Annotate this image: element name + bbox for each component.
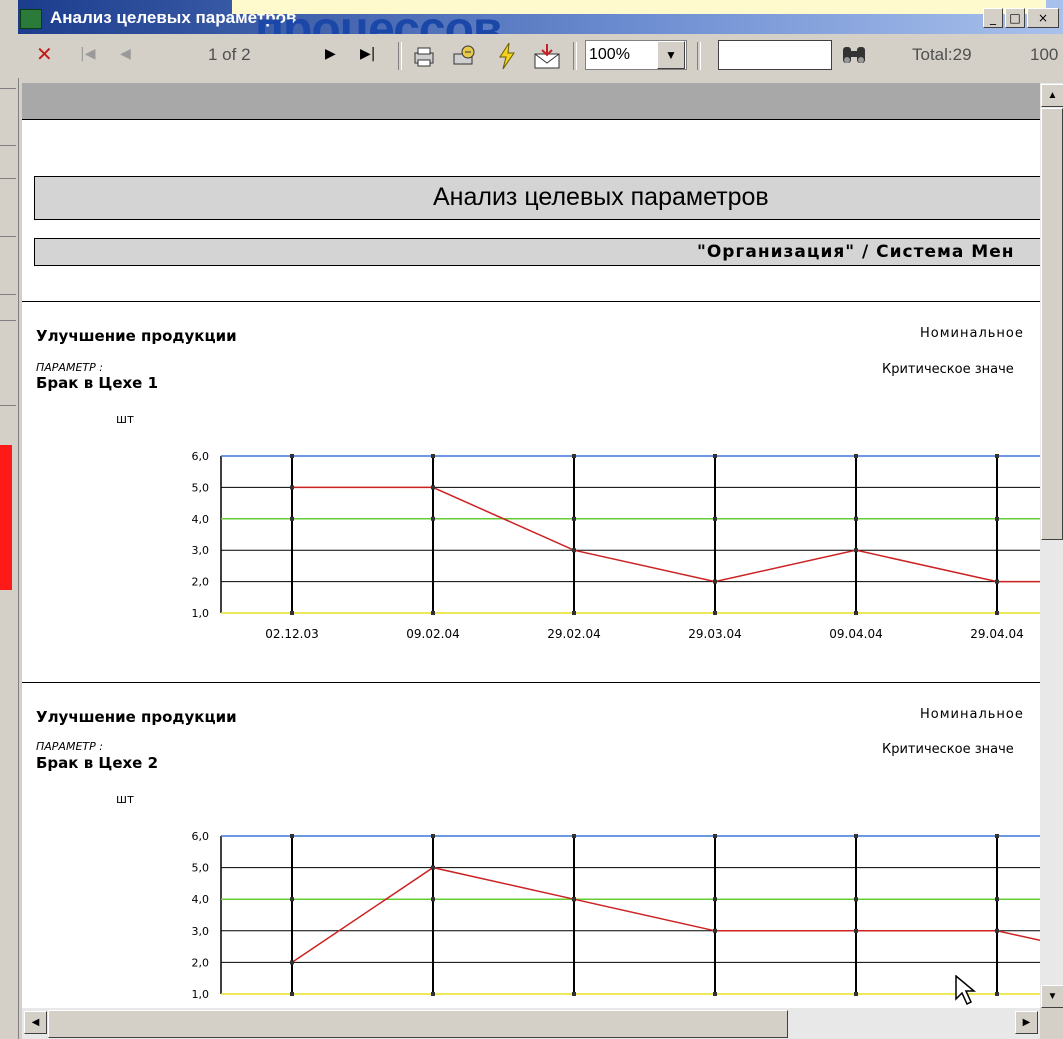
lightning-icon[interactable] bbox=[496, 42, 518, 75]
horizontal-scroll-thumb[interactable] bbox=[48, 1010, 788, 1038]
close-report-icon[interactable]: ✕ bbox=[36, 42, 53, 66]
data-point bbox=[713, 928, 717, 933]
data-point bbox=[431, 865, 435, 870]
strip-divider bbox=[0, 405, 16, 406]
report-header-band bbox=[22, 83, 1040, 120]
next-page-icon[interactable]: ▶ bbox=[325, 46, 336, 62]
toolbar-separator bbox=[697, 42, 701, 70]
data-point bbox=[854, 897, 858, 902]
y-tick-label: 5,0 bbox=[192, 862, 210, 875]
search-input[interactable] bbox=[718, 40, 832, 70]
strip-divider bbox=[0, 178, 16, 179]
app-icon bbox=[20, 9, 42, 29]
y-tick-label: 2,0 bbox=[192, 956, 210, 969]
data-point bbox=[431, 897, 435, 902]
strip-divider bbox=[0, 320, 16, 321]
strip-divider bbox=[0, 236, 16, 237]
data-point bbox=[290, 960, 294, 965]
data-point bbox=[290, 992, 294, 996]
background-red-cells bbox=[0, 445, 12, 590]
data-point bbox=[995, 897, 999, 902]
strip-divider bbox=[0, 145, 16, 146]
data-point bbox=[995, 992, 999, 996]
last-page-icon[interactable]: ▶| bbox=[360, 46, 375, 62]
minimize-button[interactable]: _ bbox=[983, 8, 1003, 28]
toolbar-separator bbox=[398, 42, 402, 70]
data-point bbox=[431, 834, 435, 838]
scroll-right-icon[interactable]: ▶ bbox=[1015, 1011, 1038, 1034]
percent-readout: 100 bbox=[1030, 45, 1059, 64]
data-point bbox=[713, 834, 717, 838]
export-icon[interactable] bbox=[450, 44, 478, 75]
data-point bbox=[290, 897, 294, 902]
data-point bbox=[713, 992, 717, 996]
y-tick-label: 1,0 bbox=[192, 988, 210, 1001]
scroll-up-icon[interactable]: ▲ bbox=[1041, 84, 1063, 107]
total-count: Total:29 bbox=[912, 45, 972, 64]
y-tick-label: 3,0 bbox=[192, 925, 210, 938]
toolbar-separator bbox=[573, 42, 577, 70]
chevron-down-icon[interactable]: ▼ bbox=[657, 41, 685, 69]
print-icon[interactable] bbox=[412, 46, 436, 73]
y-tick-label: 6,0 bbox=[192, 830, 210, 843]
scroll-left-icon[interactable]: ◀ bbox=[24, 1011, 47, 1034]
send-mail-icon[interactable] bbox=[532, 42, 562, 75]
data-point bbox=[854, 928, 858, 933]
data-point bbox=[854, 834, 858, 838]
mouse-cursor-icon bbox=[955, 974, 979, 1012]
binoculars-icon[interactable] bbox=[840, 43, 868, 72]
data-point bbox=[572, 897, 576, 902]
data-point bbox=[995, 834, 999, 838]
data-point bbox=[713, 897, 717, 902]
scroll-down-icon[interactable]: ▼ bbox=[1041, 985, 1063, 1008]
first-page-icon[interactable]: |◀ bbox=[80, 46, 95, 62]
series-line bbox=[291, 866, 1040, 964]
data-point bbox=[572, 992, 576, 996]
data-point bbox=[995, 928, 999, 933]
zoom-value: 100% bbox=[589, 46, 630, 63]
vertical-scroll-thumb[interactable] bbox=[1041, 108, 1063, 540]
close-window-button[interactable]: × bbox=[1027, 8, 1059, 28]
page-indicator: 1 of 2 bbox=[208, 45, 251, 64]
chart-2: 6,05,04,03,02,01,002.12.0309.02.0429.02.… bbox=[192, 830, 1040, 1001]
data-point bbox=[572, 834, 576, 838]
data-point bbox=[290, 834, 294, 838]
data-point bbox=[431, 992, 435, 996]
data-point bbox=[854, 992, 858, 996]
report-page: Анализ целевых параметров "Организация" … bbox=[22, 120, 1040, 1008]
strip-divider bbox=[0, 294, 16, 295]
maximize-button[interactable]: □ bbox=[1005, 8, 1025, 28]
strip-divider bbox=[0, 88, 16, 89]
y-tick-label: 4,0 bbox=[192, 893, 210, 906]
prev-page-icon[interactable]: ◀ bbox=[120, 46, 131, 62]
